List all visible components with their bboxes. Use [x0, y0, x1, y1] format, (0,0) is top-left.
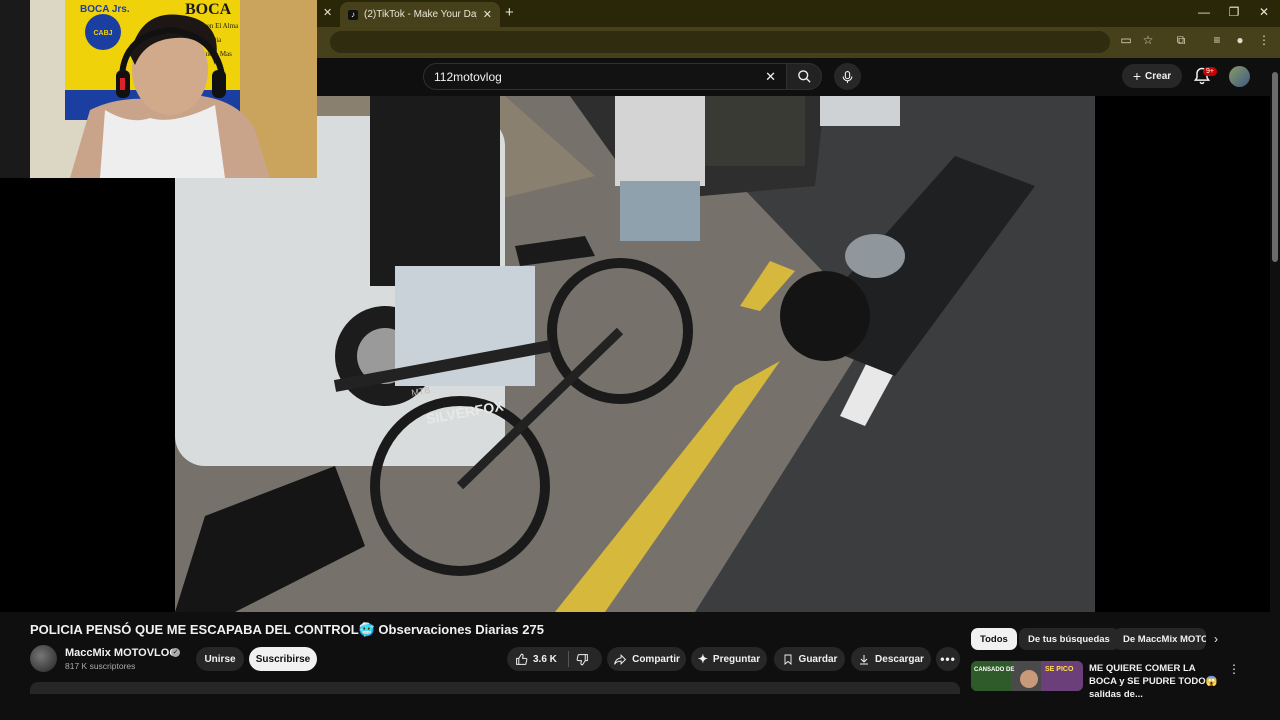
account-avatar[interactable] [1229, 66, 1250, 87]
subscriber-count: 817 K suscriptores [65, 661, 136, 671]
channel-avatar[interactable] [30, 645, 57, 672]
thumb-text-right: SE PICO [1045, 666, 1074, 673]
recommended-title[interactable]: ME QUIERE COMER LA BOCA y SE PUDRE TODO😱… [1089, 662, 1224, 701]
tiktok-favicon-icon: ♪ [348, 9, 358, 20]
poster-line-2: BOCA [185, 1, 232, 18]
search-icon [797, 70, 811, 83]
description-box[interactable] [30, 682, 960, 694]
like-divider [568, 651, 569, 667]
download-icon [860, 654, 869, 664]
poster-line-1: BOCA Jrs. [80, 4, 130, 15]
subscribe-button[interactable]: Suscribirse [249, 647, 317, 671]
like-button[interactable]: 3.6 K [515, 653, 557, 666]
thumbs-down-icon [576, 653, 588, 665]
video-title: POLICIA PENSÓ QUE ME ESCAPABA DEL CONTRO… [30, 622, 544, 637]
scrollbar-thumb[interactable] [1272, 72, 1278, 262]
search-button[interactable] [786, 63, 822, 90]
recommended-menu-icon[interactable]: ⋮ [1228, 662, 1240, 676]
thumb-text-left: CANSADO DE [974, 667, 1014, 673]
extensions-icon[interactable]: ⧉ [1172, 33, 1190, 48]
download-label: Descargar [875, 653, 924, 665]
share-button[interactable]: Compartir [607, 647, 686, 671]
browser-menu-icon[interactable]: ⋮ [1255, 33, 1273, 47]
like-count: 3.6 K [533, 653, 557, 665]
dislike-button[interactable] [576, 653, 589, 666]
bookmark-star-icon[interactable]: ☆ [1139, 33, 1157, 47]
create-button[interactable]: + Crear [1122, 64, 1182, 88]
chip-all[interactable]: Todos [971, 628, 1017, 650]
voice-search-button[interactable] [834, 63, 861, 90]
share-arrow-icon [614, 653, 627, 665]
recommended-thumbnail-image: CANSADO DE SE PICO [971, 661, 1083, 691]
address-bar[interactable] [330, 31, 1110, 53]
microphone-icon [842, 70, 853, 83]
sparkle-icon: ✦ [697, 652, 708, 666]
webcam-overlay: CABJ BOCA Jrs. BOCA Te Llevo en El Alma … [0, 0, 317, 178]
chip-from-channel[interactable]: De MaccMix MOTOVLOG [1114, 628, 1206, 650]
previous-tab-close-icon[interactable]: ✕ [323, 6, 332, 19]
profile-icon[interactable]: ● [1231, 33, 1249, 47]
recommended-thumbnail[interactable]: CANSADO DE SE PICO [971, 661, 1083, 691]
media-controls-icon[interactable]: ≡ [1208, 33, 1226, 47]
like-dislike-group: 3.6 K [507, 647, 602, 671]
close-window-button[interactable]: ✕ [1249, 5, 1279, 19]
tab-title: (2)TikTok - Make Your Day [364, 9, 477, 20]
minimize-button[interactable]: — [1189, 5, 1219, 19]
search-box[interactable]: ✕ [423, 63, 787, 90]
poster-badge-text: CABJ [93, 30, 112, 37]
thumbs-up-icon [516, 653, 528, 665]
share-label: Compartir [632, 653, 680, 665]
save-button[interactable]: Guardar [774, 647, 845, 671]
chevron-right-icon[interactable]: › [1214, 632, 1218, 646]
restore-button[interactable]: ❐ [1219, 5, 1249, 19]
more-horizontal-icon: ••• [940, 652, 956, 666]
ask-label: Preguntar [712, 653, 761, 665]
search-input[interactable] [434, 69, 760, 84]
download-button[interactable]: Descargar [851, 647, 931, 671]
cast-icon[interactable]: ▭ [1117, 33, 1135, 47]
clear-search-icon[interactable]: ✕ [765, 69, 776, 85]
webcam-image: CABJ BOCA Jrs. BOCA Te Llevo en El Alma … [0, 0, 317, 178]
chip-from-searches[interactable]: De tus búsquedas [1019, 628, 1119, 650]
save-label: Guardar [798, 653, 838, 665]
plus-icon: + [1132, 68, 1142, 84]
notifications-badge: 9+ [1203, 67, 1217, 76]
verified-check-icon: ✓ [171, 648, 180, 657]
create-label: Crear [1145, 70, 1172, 82]
tab-close-icon[interactable]: ✕ [483, 8, 492, 21]
browser-tab-active[interactable]: ♪ (2)TikTok - Make Your Day ✕ [340, 2, 500, 27]
bookmark-icon [784, 654, 791, 665]
join-button[interactable]: Unirse [196, 647, 244, 671]
ask-button[interactable]: ✦ Preguntar [691, 647, 767, 671]
more-actions-button[interactable]: ••• [936, 647, 960, 671]
new-tab-button[interactable]: + [505, 4, 514, 21]
channel-name[interactable]: MaccMix MOTOVLOG [65, 647, 178, 659]
